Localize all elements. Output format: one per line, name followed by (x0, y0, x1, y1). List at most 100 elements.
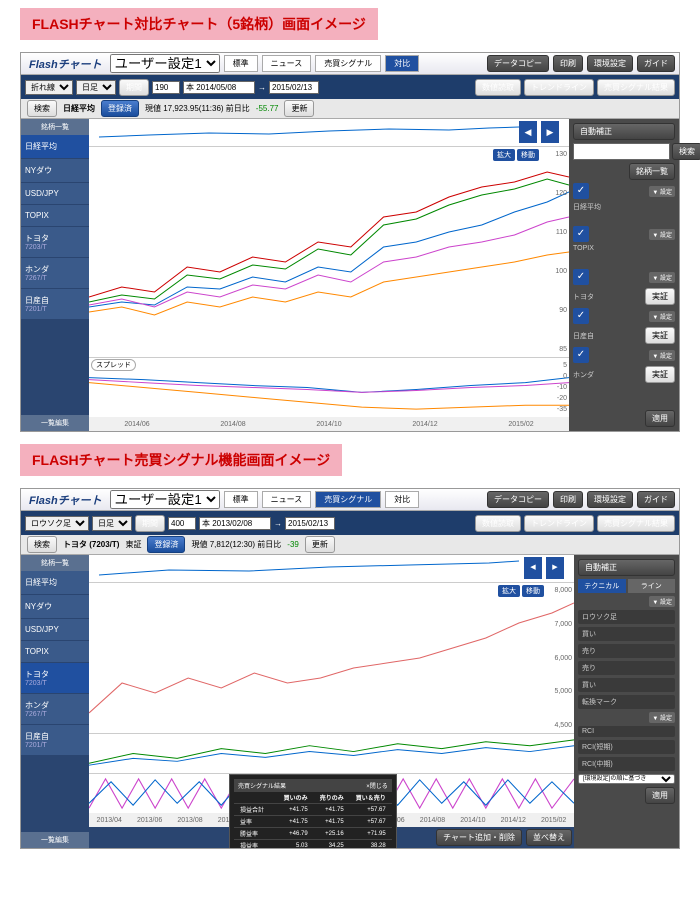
btn-readvalue[interactable]: 数値読取 (475, 515, 521, 532)
settings-btn[interactable]: ▼ 設定 (649, 596, 675, 607)
sub-chart-signal[interactable]: 売買シグナル結果×閉じる 買いのみ売りのみ買い＆売り損益合計+41.75+41.… (89, 733, 574, 773)
sub-chart-spread[interactable]: スプレッド 50-10-20-35 (89, 357, 569, 417)
rp-search-btn[interactable]: 検索 (672, 143, 700, 160)
sidebar-footer[interactable]: 一覧編集 (21, 832, 89, 848)
rp2-buy[interactable]: 買い (578, 627, 675, 641)
auto-correct-btn[interactable]: 自動補正 (578, 559, 675, 576)
count-input[interactable] (168, 517, 196, 530)
search-btn[interactable]: 検索 (27, 536, 57, 553)
nav-right-icon[interactable]: ▶ (546, 557, 564, 579)
sidebar-item-nikkei[interactable]: 日経平均 (21, 135, 89, 159)
btn-trendline[interactable]: トレンドライン (524, 515, 594, 532)
sidebar-item-toyota[interactable]: トヨタ7203/T (21, 227, 89, 258)
main-chart[interactable]: 拡大移動 1301201101009085 (89, 147, 569, 357)
rp2-buy2[interactable]: 買い (578, 678, 675, 692)
btn-readvalue[interactable]: 数値読取 (475, 79, 521, 96)
verify-btn[interactable]: 実証 (645, 327, 675, 344)
auto-correct-btn[interactable]: 自動補正 (573, 123, 675, 140)
registered-badge[interactable]: 登録済 (147, 536, 185, 553)
btn-guide[interactable]: ガイド (637, 491, 675, 508)
settings-btn[interactable]: ▼ 設定 (649, 186, 675, 197)
tab-compare[interactable]: 対比 (385, 491, 419, 508)
btn-print[interactable]: 印刷 (553, 491, 583, 508)
sidebar-item-topix[interactable]: TOPIX (21, 205, 89, 227)
tab-line[interactable]: ライン (628, 579, 676, 593)
chart-type-select[interactable]: 折れ線 (25, 80, 73, 95)
btn-print[interactable]: 印刷 (553, 55, 583, 72)
main-chart2[interactable]: 拡大移動 8,0007,0006,0005,0004,500 (89, 583, 574, 733)
nav-right-icon[interactable]: ▶ (541, 121, 559, 143)
settings-btn[interactable]: ▼ 設定 (649, 272, 675, 283)
btn-datacopy[interactable]: データコピー (487, 491, 549, 508)
verify-btn[interactable]: 実証 (645, 366, 675, 383)
close-icon[interactable]: ×閉じる (366, 781, 388, 790)
btn-env[interactable]: 環境設定 (587, 491, 633, 508)
check-icon[interactable]: ✓ (573, 183, 589, 199)
rp2-marker[interactable]: 転換マーク (578, 695, 675, 709)
settings-btn[interactable]: ▼ 設定 (649, 712, 675, 723)
tab-standard[interactable]: 標準 (224, 55, 258, 72)
date-from-input[interactable] (199, 517, 271, 530)
nav-left-icon[interactable]: ◀ (519, 121, 537, 143)
period-select[interactable]: 日足 (92, 516, 132, 531)
user-setting-select[interactable]: ユーザー設定1 (110, 490, 220, 509)
check-icon[interactable]: ✓ (573, 269, 589, 285)
period-select[interactable]: 日足 (76, 80, 116, 95)
sidebar-item-honda[interactable]: ホンダ7267/T (21, 694, 89, 725)
tab-compare[interactable]: 対比 (385, 55, 419, 72)
rp-list-btn[interactable]: 銘柄一覧 (629, 163, 675, 180)
btn-guide[interactable]: ガイド (637, 55, 675, 72)
rp2-rci[interactable]: RCI (578, 726, 675, 737)
update-btn[interactable]: 更新 (305, 536, 335, 553)
chart-add-remove-btn[interactable]: チャート追加・削除 (436, 829, 522, 846)
search-btn[interactable]: 検索 (27, 100, 57, 117)
update-btn[interactable]: 更新 (284, 100, 314, 117)
sidebar-item-honda[interactable]: ホンダ7267/T (21, 258, 89, 289)
env-order-select[interactable]: [環境設定]の順に基づき (578, 774, 675, 784)
tab-news[interactable]: ニュース (262, 55, 312, 72)
btn-trendline[interactable]: トレンドライン (524, 79, 594, 96)
rp-search-input[interactable] (573, 143, 670, 160)
date-from-input[interactable] (183, 81, 255, 94)
rp2-rci-s[interactable]: RCI(短期) (578, 740, 675, 754)
rp2-candle[interactable]: ロウソク足 (578, 610, 675, 624)
sort-btn[interactable]: 並べ替え (526, 829, 572, 846)
apply-btn[interactable]: 適用 (645, 787, 675, 804)
btn-signalresult[interactable]: 売買シグナル結果 (597, 515, 675, 532)
settings-btn[interactable]: ▼ 設定 (649, 229, 675, 240)
sidebar-footer[interactable]: 一覧編集 (21, 415, 89, 431)
rp2-rci-m[interactable]: RCI(中期) (578, 757, 675, 771)
tab-news[interactable]: ニュース (262, 491, 312, 508)
sidebar-item-nissan[interactable]: 日産自7201/T (21, 725, 89, 756)
sidebar-item-nydow[interactable]: NYダウ (21, 159, 89, 183)
tab-signal[interactable]: 売買シグナル (315, 55, 381, 72)
sidebar-item-topix[interactable]: TOPIX (21, 641, 89, 663)
check-icon[interactable]: ✓ (573, 347, 589, 363)
nav-left-icon[interactable]: ◀ (524, 557, 542, 579)
interval-btn[interactable]: 期間 (135, 515, 165, 532)
user-setting-select[interactable]: ユーザー設定1 (110, 54, 220, 73)
btn-signalresult[interactable]: 売買シグナル結果 (597, 79, 675, 96)
rp2-sell2[interactable]: 売り (578, 661, 675, 675)
sidebar-item-nissan[interactable]: 日産自7201/T (21, 289, 89, 320)
registered-badge[interactable]: 登録済 (101, 100, 139, 117)
count-input[interactable] (152, 81, 180, 94)
date-to-input[interactable] (285, 517, 335, 530)
settings-btn[interactable]: ▼ 設定 (649, 350, 675, 361)
verify-btn[interactable]: 実証 (645, 288, 675, 305)
rp2-sell[interactable]: 売り (578, 644, 675, 658)
btn-datacopy[interactable]: データコピー (487, 55, 549, 72)
settings-btn[interactable]: ▼ 設定 (649, 311, 675, 322)
tab-technical[interactable]: テクニカル (578, 579, 626, 593)
date-to-input[interactable] (269, 81, 319, 94)
sidebar-item-toyota[interactable]: トヨタ7203/T (21, 663, 89, 694)
interval-btn[interactable]: 期間 (119, 79, 149, 96)
sidebar-item-usdjpy[interactable]: USD/JPY (21, 183, 89, 205)
check-icon[interactable]: ✓ (573, 226, 589, 242)
check-icon[interactable]: ✓ (573, 308, 589, 324)
apply-btn[interactable]: 適用 (645, 410, 675, 427)
sidebar-item-usdjpy[interactable]: USD/JPY (21, 619, 89, 641)
tab-standard[interactable]: 標準 (224, 491, 258, 508)
tab-signal[interactable]: 売買シグナル (315, 491, 381, 508)
sidebar-item-nikkei[interactable]: 日経平均 (21, 571, 89, 595)
